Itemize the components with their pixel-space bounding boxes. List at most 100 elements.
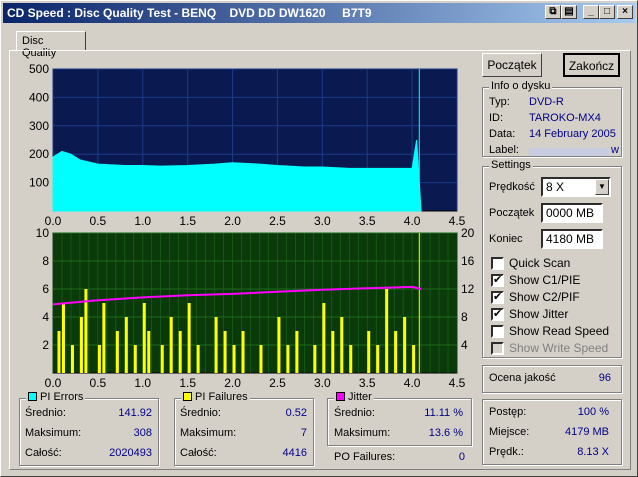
pif-max-label: Maksimum: [180, 427, 237, 439]
checkbox-show-jitter[interactable]: ✔ [491, 308, 504, 321]
maximize-icon[interactable]: □ [599, 5, 615, 19]
pie-total-label: Całość: [25, 447, 62, 459]
pi-failures-bar [331, 331, 335, 373]
pie-total-value: 2020493 [109, 447, 152, 459]
checkbox-quick-scan[interactable] [491, 257, 504, 270]
speed-select[interactable]: 8 X ▼ [541, 177, 611, 197]
pi-failures-bar [295, 331, 299, 373]
pi-failures-x-tick: 1.5 [179, 376, 196, 390]
jitter-avg-value: 11.11 % [424, 407, 463, 419]
pi-failures-bar [349, 345, 353, 373]
speed-label: Prędkość [489, 181, 535, 193]
jitter-max-label: Maksimum: [334, 427, 391, 439]
jitter-title: Jitter [348, 391, 372, 403]
date-value: 14 February 2005 [529, 128, 616, 140]
pi-errors-y-tick: 300 [29, 119, 49, 133]
finish-button[interactable]: Zakończ [563, 53, 620, 77]
pi-failures-bar [142, 303, 146, 373]
checkbox-show-read-speed[interactable] [491, 325, 504, 338]
pi-errors-title: PI Errors [40, 391, 84, 403]
end-pos-input[interactable] [541, 229, 603, 249]
read-speed-label: Prędk.: [489, 446, 524, 458]
copy-icon[interactable]: ⧉ [545, 5, 561, 19]
pi-failures-bar [160, 345, 164, 373]
close-icon[interactable]: × [617, 5, 633, 19]
pif-avg-label: Średnio: [180, 407, 221, 419]
pi-failures-bar [70, 345, 74, 373]
pi-failures-bar [223, 331, 227, 373]
type-label: Typ: [489, 96, 510, 108]
tab-disc-quality[interactable]: Disc Quality [16, 31, 86, 59]
date-label: Data: [489, 128, 516, 140]
disc-info-title: Info o dysku [489, 80, 553, 92]
checkbox-show-write-speed [491, 342, 504, 355]
pi-failures-x-tick: 4.0 [404, 376, 421, 390]
disc-info-group: Info o dysku Typ: DVD-R ID: TAROKO-MX4 D… [482, 80, 622, 157]
id-label: ID: [489, 112, 504, 124]
label-redacted [529, 148, 609, 156]
checkbox-show-c1-pie[interactable]: ✔ [491, 274, 504, 287]
label-value: w [611, 144, 619, 156]
checkbox-label: Show Jitter [509, 307, 569, 321]
pif-total-label: Całość: [180, 447, 217, 459]
pi-errors-swatch [28, 392, 37, 401]
jitter-y-tick: 16 [461, 254, 475, 268]
pi-failures-bar [241, 331, 245, 373]
pi-failures-bar [187, 303, 191, 373]
pi-failures-bar [214, 317, 218, 373]
jitter-y-tick: 12 [461, 282, 475, 296]
pi-failures-bar [57, 331, 61, 373]
pi-failures-bar [79, 317, 83, 373]
settings-group: Settings Prędkość 8 X ▼ Początek Koniec … [482, 159, 622, 358]
settings-title: Settings [489, 159, 533, 171]
pi-failures-x-tick: 1.0 [134, 376, 151, 390]
pi-failures-bar [124, 317, 128, 373]
window-title: CD Speed : Disc Quality Test - BENQ DVD … [3, 3, 635, 23]
id-value: TAROKO-MX4 [529, 112, 601, 124]
place-value: 4179 MB [564, 426, 609, 438]
pi-failures-x-tick: 3.0 [314, 376, 331, 390]
start-button[interactable]: Początek [482, 53, 542, 77]
pi-failures-bar [412, 345, 416, 373]
po-failures-value: 0 [458, 451, 465, 463]
pi-failures-y-tick: 8 [42, 254, 49, 268]
start-pos-label: Początek [489, 207, 535, 219]
pi-errors-chart: 500400300200100 0.0 0.5 1.0 1.5 2.0 2.5 3.0 3.5… [29, 62, 466, 228]
po-failures-label: PO Failures: [334, 451, 396, 463]
chevron-down-icon[interactable]: ▼ [595, 179, 609, 195]
pi-failures-y-tick: 10 [36, 226, 50, 240]
pi-failures-y-tick: 6 [42, 282, 49, 296]
pi-failures-bar [115, 331, 119, 373]
pi-failures-bar [232, 345, 236, 373]
pi-errors-y-tick: 400 [29, 90, 49, 104]
pie-avg-label: Średnio: [25, 407, 66, 419]
start-pos-input[interactable] [541, 203, 603, 223]
quality-label: Ocena jakość [489, 372, 556, 384]
app-window: CD Speed : Disc Quality Test - BENQ DVD … [0, 0, 638, 477]
pi-failures-swatch [183, 392, 192, 401]
checkbox-label: Show C2/PIF [509, 290, 580, 304]
pi-failures-bar [178, 331, 182, 373]
jitter-group: Jitter Średnio: 11.11 % Maksimum: 13.6 % [327, 391, 472, 446]
jitter-avg-label: Średnio: [334, 407, 375, 419]
checkbox-show-c2-pif[interactable]: ✔ [491, 291, 504, 304]
minimize-icon[interactable]: _ [583, 5, 599, 19]
read-speed-value: 8.13 X [577, 446, 609, 458]
pi-failures-bar [97, 345, 101, 373]
pi-failures-bar [403, 317, 407, 373]
pi-failures-bar [340, 317, 344, 373]
pi-failures-bar [102, 303, 106, 373]
pi-failures-bar [277, 317, 281, 373]
pi-failures-x-tick: 0.0 [45, 376, 62, 390]
speed-select-value: 8 X [546, 180, 565, 194]
pi-failures-bar [322, 303, 326, 373]
jitter-y-tick: 20 [461, 226, 475, 240]
checkbox-label: Show C1/PIE [509, 273, 581, 287]
pif-max-value: 7 [300, 427, 307, 439]
pi-errors-y-tick: 500 [29, 62, 49, 76]
save-icon[interactable]: ▤ [561, 5, 577, 19]
pi-failures-bar [367, 331, 371, 373]
pi-failures-x-tick: 2.5 [269, 376, 286, 390]
pi-failures-bar [313, 345, 317, 373]
pi-failures-group: PI Failures Średnio: 0.52 Maksimum: 7 Ca… [174, 391, 314, 466]
